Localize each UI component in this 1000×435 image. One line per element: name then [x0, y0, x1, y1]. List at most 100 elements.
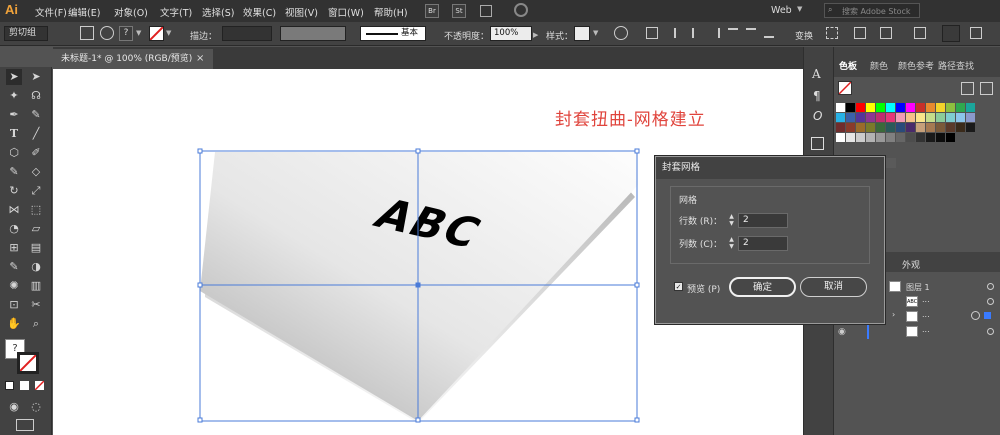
align-top-icon[interactable]: [728, 28, 738, 38]
rotate-tool-icon[interactable]: ↻: [6, 183, 22, 199]
paragraph-panel-icon[interactable]: ¶: [813, 89, 821, 103]
color-swatch[interactable]: [866, 123, 875, 132]
chevron-down-icon[interactable]: ▼: [797, 5, 802, 13]
color-swatch[interactable]: [856, 113, 865, 122]
color-swatch[interactable]: [886, 103, 895, 112]
color-swatch[interactable]: [926, 103, 935, 112]
align-center-icon[interactable]: [692, 28, 702, 38]
color-swatch[interactable]: [906, 113, 915, 122]
document-tab[interactable]: 未标题-1* @ 100% (RGB/预览) ×: [53, 49, 213, 69]
envelope-icon[interactable]: [854, 27, 866, 39]
color-swatch[interactable]: [886, 133, 895, 142]
eyedropper-tool-icon[interactable]: ✎: [6, 259, 22, 275]
color-swatch[interactable]: [836, 123, 845, 132]
rows-input[interactable]: 2: [738, 213, 788, 228]
eye-icon[interactable]: ◉: [838, 327, 846, 337]
columns-stepper[interactable]: ▲ ▼: [727, 236, 736, 251]
change-screen-mode-icon[interactable]: [16, 419, 34, 431]
color-swatch[interactable]: [956, 103, 965, 112]
align-right-icon[interactable]: [710, 28, 720, 38]
color-swatch[interactable]: [846, 123, 855, 132]
shape-builder-tool-icon[interactable]: ◔: [6, 221, 22, 237]
color-swatch[interactable]: [836, 133, 845, 142]
none-mode-icon[interactable]: [35, 381, 44, 390]
color-mode-icon[interactable]: [5, 381, 14, 390]
color-swatch[interactable]: [936, 123, 945, 132]
workspace-switcher[interactable]: Web: [771, 5, 792, 16]
color-swatch[interactable]: [876, 133, 885, 142]
isolate-icon[interactable]: [80, 26, 94, 40]
color-swatch[interactable]: [886, 113, 895, 122]
color-swatch[interactable]: [876, 123, 885, 132]
color-swatch[interactable]: [916, 103, 925, 112]
color-swatch[interactable]: [856, 133, 865, 142]
free-transform-tool-icon[interactable]: ⬚: [28, 202, 44, 218]
stock-search-input[interactable]: ⌕ 搜索 Adobe Stock: [824, 3, 920, 18]
color-swatch[interactable]: [926, 123, 935, 132]
color-swatch[interactable]: [896, 113, 905, 122]
column-graph-tool-icon[interactable]: ▥: [28, 278, 44, 294]
stroke-swatch[interactable]: [17, 352, 39, 374]
align-to-icon[interactable]: [646, 27, 658, 39]
stock-button[interactable]: St: [452, 4, 466, 18]
color-swatch[interactable]: [966, 103, 975, 112]
menu-window[interactable]: 窗口(W): [328, 5, 364, 19]
zoom-tool-icon[interactable]: ⌕: [28, 316, 44, 332]
blend-tool-icon[interactable]: ◑: [28, 259, 44, 275]
selection-tool-icon[interactable]: ➤: [6, 69, 22, 85]
symbol-sprayer-tool-icon[interactable]: ✺: [6, 278, 22, 294]
curvature-tool-icon[interactable]: ✎: [28, 107, 44, 123]
menu-view[interactable]: 视图(V): [285, 5, 318, 19]
menu-file[interactable]: 文件(F): [35, 5, 67, 19]
color-swatch[interactable]: [906, 103, 915, 112]
bridge-button[interactable]: Br: [425, 4, 439, 18]
width-tool-icon[interactable]: ⋈: [6, 202, 22, 218]
line-tool-icon[interactable]: ╱: [28, 126, 44, 142]
more-options-icon[interactable]: [970, 27, 982, 39]
mesh-tool-icon[interactable]: ⊞: [6, 240, 22, 256]
color-swatch[interactable]: [946, 103, 955, 112]
target-icon[interactable]: [971, 311, 980, 320]
chevron-right-icon[interactable]: ▶: [533, 31, 538, 39]
export-panel-icon[interactable]: [811, 137, 824, 150]
artboard-tool-icon[interactable]: ⊡: [6, 297, 22, 313]
align-left-icon[interactable]: [674, 28, 684, 38]
color-swatch[interactable]: [896, 103, 905, 112]
color-swatch[interactable]: [966, 123, 975, 132]
color-swatch[interactable]: [876, 113, 885, 122]
rows-stepper[interactable]: ▲ ▼: [727, 213, 736, 228]
arrange-documents-icon[interactable]: [480, 5, 492, 17]
color-swatch[interactable]: [846, 113, 855, 122]
menu-edit[interactable]: 编辑(E): [68, 5, 100, 19]
direct-selection-tool-icon[interactable]: ➤: [28, 69, 44, 85]
color-swatch[interactable]: [886, 123, 895, 132]
color-swatch[interactable]: [866, 133, 875, 142]
color-swatch[interactable]: [966, 113, 975, 122]
opentype-panel-icon[interactable]: O: [813, 109, 822, 123]
color-swatch[interactable]: [946, 123, 955, 132]
edit-contents-icon[interactable]: [100, 26, 114, 40]
color-swatch[interactable]: [896, 123, 905, 132]
scale-tool-icon[interactable]: ⤢: [28, 183, 44, 199]
tab-appearance[interactable]: 外观: [902, 258, 920, 271]
tab-pathfinder[interactable]: 路径查找: [938, 59, 974, 72]
color-swatch[interactable]: [946, 133, 955, 142]
color-swatch[interactable]: [856, 123, 865, 132]
target-icon[interactable]: [987, 283, 994, 290]
fill-color-swatch[interactable]: ?: [119, 26, 133, 41]
chevron-down-icon[interactable]: ▼: [166, 29, 171, 37]
columns-input[interactable]: 2: [738, 236, 788, 251]
transform-button[interactable]: 变换: [795, 29, 813, 42]
color-swatch[interactable]: [866, 113, 875, 122]
arrange-icon[interactable]: [942, 25, 960, 42]
variable-width-profile[interactable]: [280, 26, 346, 41]
chevron-down-icon[interactable]: ▼: [593, 29, 598, 37]
brush-definition-select[interactable]: 基本: [360, 26, 426, 41]
close-icon[interactable]: ×: [196, 49, 204, 69]
color-swatch[interactable]: [836, 113, 845, 122]
swatch-grid[interactable]: [836, 103, 976, 158]
ok-button[interactable]: 确定: [729, 277, 796, 297]
screen-mode-icon[interactable]: ◌: [28, 399, 44, 415]
menu-object[interactable]: 对象(O): [114, 5, 148, 19]
color-swatch[interactable]: [906, 123, 915, 132]
